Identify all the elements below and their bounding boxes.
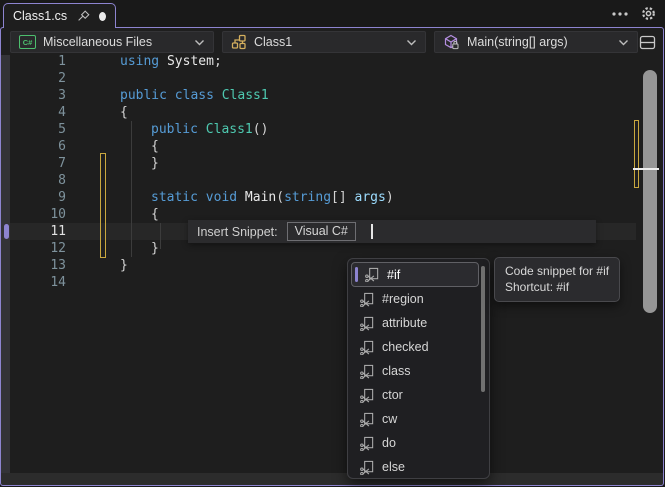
code-line[interactable]: public class Class1 (120, 87, 269, 104)
more-options-icon[interactable] (612, 11, 628, 16)
line-number-current: 11 (50, 224, 66, 239)
unsaved-dot-icon[interactable] (99, 11, 106, 21)
tooltip-line2: Shortcut: #if (505, 280, 570, 294)
split-editor-icon[interactable] (637, 33, 657, 51)
code-line[interactable]: { (151, 138, 159, 155)
chevron-down-icon (618, 39, 629, 46)
csharp-file-icon: C# (19, 35, 36, 49)
snippet-item-region[interactable]: #region (348, 287, 489, 311)
snippet-item-ctor[interactable]: ctor (348, 383, 489, 407)
project-dropdown[interactable]: C# Miscellaneous Files (10, 31, 214, 53)
line-number: 7 (58, 156, 66, 171)
chevron-down-icon (406, 39, 417, 46)
class-icon (231, 34, 247, 50)
type-dropdown[interactable]: Class1 (222, 31, 426, 53)
code-line[interactable]: using System; (120, 53, 222, 70)
snippet-item-cw[interactable]: cw (348, 407, 489, 431)
code-line[interactable]: } (151, 240, 159, 257)
indent-guide (160, 223, 161, 249)
line-number: 5 (58, 122, 66, 137)
code-line[interactable]: public Class1() (151, 121, 268, 138)
selection-bar (355, 267, 358, 282)
line-number: 4 (58, 105, 66, 120)
snippet-scope-chip[interactable]: Visual C# (286, 222, 356, 241)
insert-snippet-label: Insert Snippet: (197, 224, 278, 239)
snippet-icon (360, 316, 375, 331)
project-dropdown-label: Miscellaneous Files (43, 35, 153, 49)
snippet-icon (360, 412, 375, 427)
scrollbar-caret-marker (633, 168, 659, 170)
snippet-item-do[interactable]: do (348, 431, 489, 455)
indent-guide (131, 121, 132, 257)
unsaved-changes-gutter-marker (100, 153, 106, 258)
caret-line-margin-marker (4, 224, 9, 239)
tooltip-line1: Code snippet for #if (505, 264, 610, 278)
snippet-item-checked[interactable]: checked (348, 335, 489, 359)
snippet-tooltip: Code snippet for #if Shortcut: #if (494, 257, 621, 302)
navigation-bar: C# Miscellaneous Files Class1 Main(strin… (1, 28, 663, 55)
snippet-list: #if #region attribute checked class ctor… (347, 258, 490, 479)
snippet-icon (360, 388, 375, 403)
snippet-item-else[interactable]: else (348, 455, 489, 479)
line-number: 3 (58, 88, 66, 103)
line-number: 8 (58, 173, 66, 188)
code-line[interactable]: { (120, 104, 128, 121)
gear-icon[interactable] (640, 5, 657, 22)
tab-class1cs[interactable]: Class1.cs (3, 3, 116, 28)
breakpoint-margin[interactable] (1, 55, 10, 473)
line-number: 9 (58, 190, 66, 205)
line-number: 6 (58, 139, 66, 154)
line-number: 13 (50, 258, 66, 273)
snippet-item-if[interactable]: #if (351, 262, 479, 287)
type-dropdown-label: Class1 (254, 35, 293, 49)
member-dropdown-label: Main(string[] args) (467, 35, 568, 49)
insert-snippet-bar: Insert Snippet: Visual C# (188, 220, 596, 243)
code-line[interactable]: { (151, 206, 159, 223)
member-dropdown[interactable]: Main(string[] args) (434, 31, 638, 53)
code-line[interactable]: } (151, 155, 159, 172)
code-line[interactable]: } (120, 257, 128, 274)
line-number: 2 (58, 71, 66, 86)
snippet-input-caret[interactable] (370, 224, 373, 239)
snippet-list-scrollbar-thumb[interactable] (481, 266, 485, 392)
snippet-icon (360, 436, 375, 451)
chevron-down-icon (194, 39, 205, 46)
line-number: 12 (50, 241, 66, 256)
snippet-icon (360, 292, 375, 307)
horizontal-scrollbar[interactable] (1, 473, 663, 486)
tab-title: Class1.cs (13, 9, 68, 23)
method-lock-icon (443, 34, 460, 51)
pin-icon[interactable] (76, 9, 90, 23)
snippet-item-class[interactable]: class (348, 359, 489, 383)
vs-editor-window: Class1.cs C# Miscellaneous Files Class1 … (0, 0, 665, 487)
snippet-icon (365, 267, 380, 282)
snippet-icon (360, 364, 375, 379)
scrollbar-modified-marker (634, 120, 639, 188)
vertical-scrollbar-thumb[interactable] (643, 70, 657, 313)
line-number: 1 (58, 54, 66, 69)
snippet-icon (360, 460, 375, 475)
snippet-icon (360, 340, 375, 355)
snippet-item-attribute[interactable]: attribute (348, 311, 489, 335)
code-line[interactable]: static void Main(string[] args) (151, 189, 394, 206)
line-number: 14 (50, 275, 66, 290)
line-number: 10 (50, 207, 66, 222)
